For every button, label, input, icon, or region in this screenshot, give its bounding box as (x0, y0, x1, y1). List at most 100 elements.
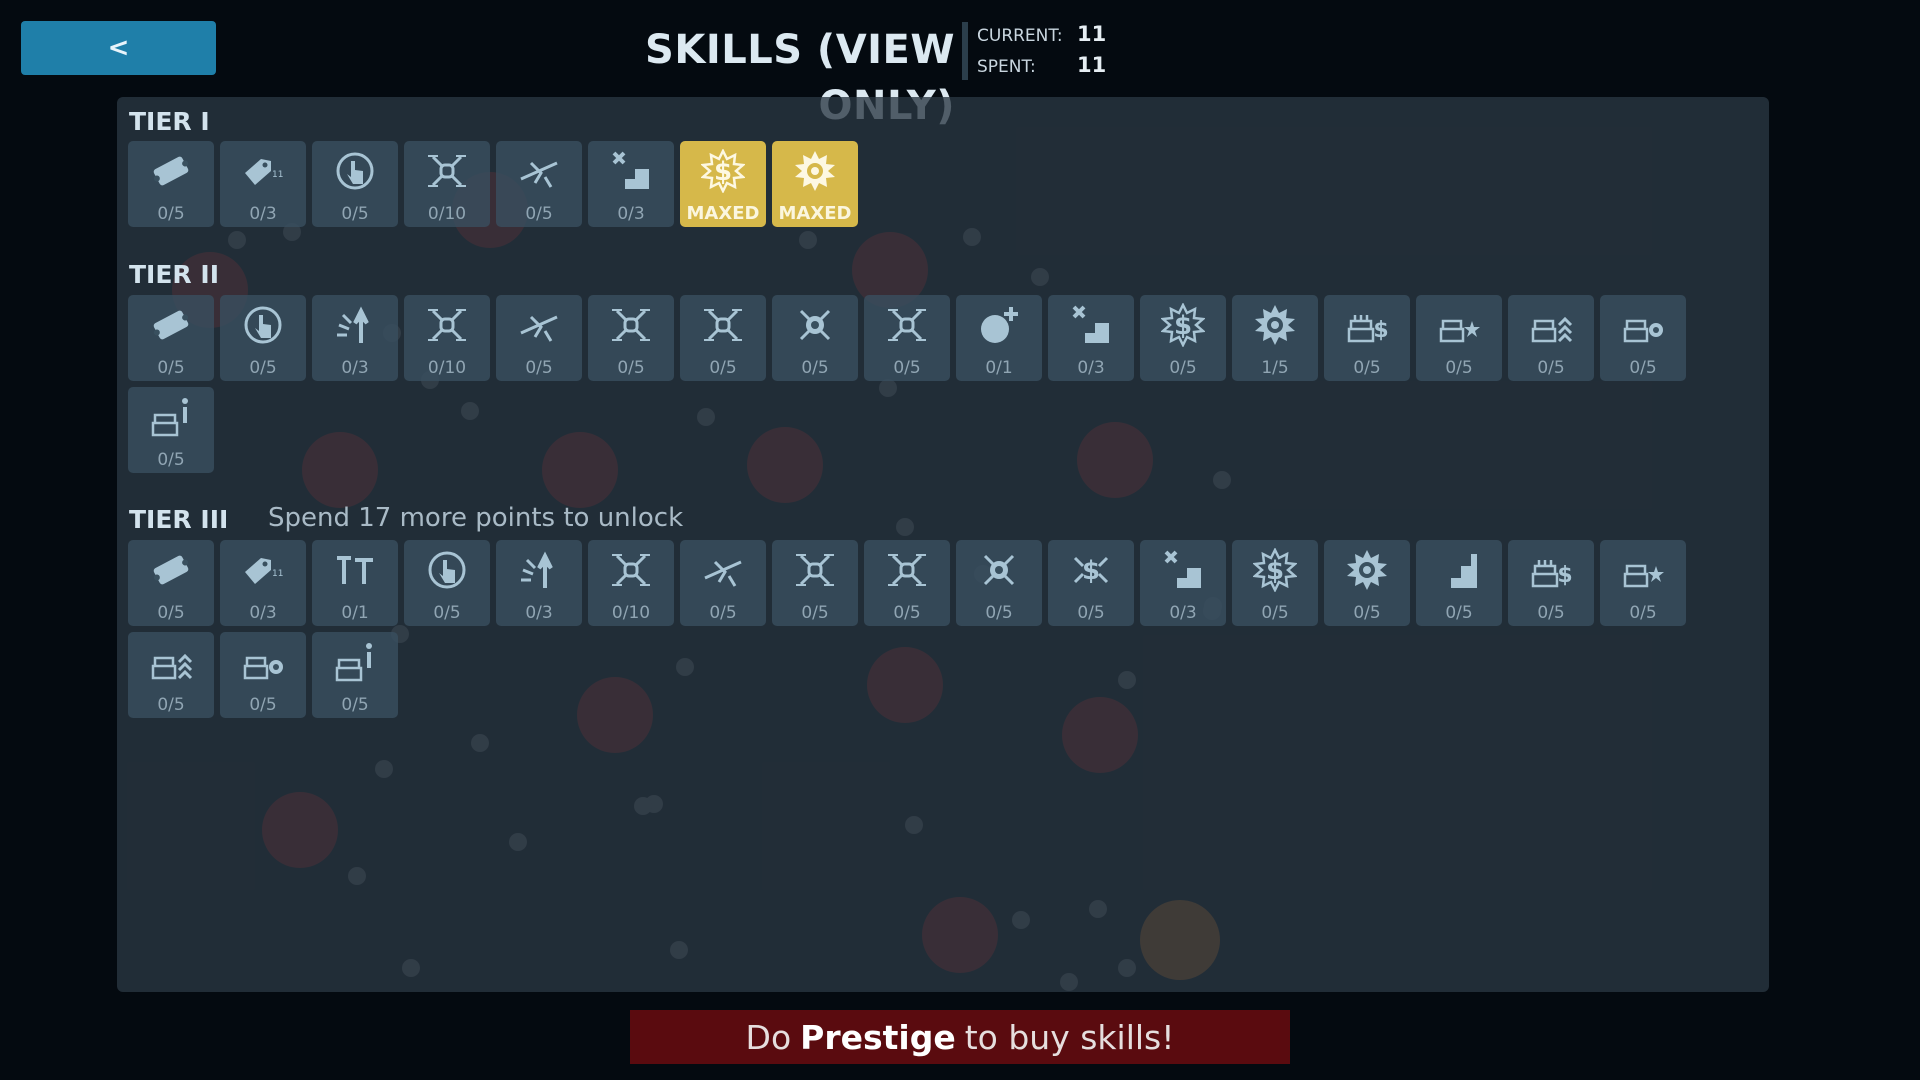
skill-tile[interactable]: 0/5 (1324, 540, 1410, 626)
skill-count: 0/3 (249, 204, 277, 224)
skill-tile[interactable]: 0/5 (680, 540, 766, 626)
plane-icon (520, 161, 558, 188)
current-points-label: CURRENT: (977, 26, 1063, 46)
skill-count: 0/5 (801, 603, 829, 623)
skill-count: 0/5 (893, 603, 921, 623)
skill-tile[interactable]: 0/5 (772, 540, 858, 626)
drone-icon (612, 309, 650, 341)
stairs-icon (1441, 554, 1477, 588)
skill-count: MAXED (778, 203, 852, 224)
skill-tile[interactable]: $0/5 (1232, 540, 1318, 626)
skills-panel: TIER I TIER II TIER III Spend 17 more po… (117, 97, 1769, 992)
svg-text:$: $ (714, 157, 732, 187)
skill-count: 0/5 (617, 358, 645, 378)
skill-tile[interactable]: 0/3 (312, 295, 398, 381)
svg-text:$: $ (1266, 556, 1284, 586)
skill-count: 0/5 (341, 695, 369, 715)
skill-tile[interactable]: 0/5 (128, 295, 214, 381)
skill-tile[interactable]: 0/5 (496, 141, 582, 227)
skill-tile[interactable]: 0/5 (220, 295, 306, 381)
skill-tile[interactable]: $0/5 (1048, 540, 1134, 626)
skill-tile[interactable]: 0/5 (680, 295, 766, 381)
skill-count: 0/5 (157, 358, 185, 378)
skill-count: 0/5 (433, 603, 461, 623)
svg-text:11: 11 (272, 170, 283, 180)
skill-tile[interactable]: 0/5 (128, 141, 214, 227)
tier-3-title: TIER III (129, 505, 229, 534)
skill-tile[interactable]: 0/3 (1048, 295, 1134, 381)
skill-count: 1/5 (1261, 358, 1289, 378)
gear-burst-icon (1347, 550, 1387, 590)
skill-tile[interactable]: 0/5 (1508, 295, 1594, 381)
skill-tile[interactable]: 0/3 (1140, 540, 1226, 626)
cake-burst-icon (1439, 319, 1480, 343)
skill-tile[interactable]: 0/5 (128, 387, 214, 473)
skill-tile[interactable]: MAXED (772, 141, 858, 227)
sparkle-arrow-icon (337, 306, 369, 343)
drone-icon (796, 554, 834, 586)
svg-text:11: 11 (272, 569, 283, 579)
skill-tile[interactable]: 0/5 (864, 295, 950, 381)
tier-1-title: TIER I (129, 107, 210, 136)
skill-count: 0/5 (525, 358, 553, 378)
skill-tile[interactable]: 0/1 (312, 540, 398, 626)
drone-icon (428, 155, 466, 187)
skill-tile[interactable]: 0/1 (956, 295, 1042, 381)
banner-suffix: to buy skills! (964, 1017, 1175, 1057)
skill-count: 0/5 (801, 358, 829, 378)
skill-tile[interactable]: 1/5 (1232, 295, 1318, 381)
skill-tile[interactable]: 0/5 (1416, 295, 1502, 381)
skill-tile[interactable]: 0/5 (128, 540, 214, 626)
cake-rank-icon (1531, 316, 1573, 343)
back-button[interactable]: < (21, 21, 216, 75)
skill-count: 0/5 (1537, 603, 1565, 623)
skill-tile[interactable]: 0/5 (956, 540, 1042, 626)
skill-count: 0/5 (525, 204, 553, 224)
skill-tile[interactable]: 0/3 (496, 540, 582, 626)
skill-count: 0/5 (157, 695, 185, 715)
skill-tile[interactable]: $0/5 (1140, 295, 1226, 381)
skill-tile[interactable]: 0/5 (1416, 540, 1502, 626)
cake-money-icon: $ (1347, 315, 1389, 343)
skill-tile[interactable]: 0/5 (588, 295, 674, 381)
skill-tile[interactable]: 0/5 (128, 632, 214, 718)
skill-tile[interactable]: 0/5 (404, 540, 490, 626)
skill-tile[interactable]: 11 0/3 (220, 141, 306, 227)
skill-tile[interactable]: $ MAXED (680, 141, 766, 227)
drone-icon (888, 554, 926, 586)
skill-tile[interactable]: 0/5 (312, 632, 398, 718)
skill-tile[interactable]: 0/10 (588, 540, 674, 626)
skill-tile[interactable]: 0/3 (588, 141, 674, 227)
current-points-value: 11 (1077, 22, 1107, 46)
skill-count: 0/5 (1629, 603, 1657, 623)
skill-tile[interactable]: $0/5 (1508, 540, 1594, 626)
skill-tile[interactable]: 0/5 (772, 295, 858, 381)
skill-tile[interactable]: 0/10 (404, 141, 490, 227)
skill-tile[interactable]: 0/10 (404, 295, 490, 381)
skill-tile[interactable]: 0/5 (864, 540, 950, 626)
skill-tile[interactable]: 0/5 (496, 295, 582, 381)
tag-icon: 11 (245, 558, 283, 584)
sparkle-arrow-icon (521, 551, 553, 588)
skill-count: 0/1 (985, 358, 1013, 378)
svg-text:$: $ (1082, 556, 1100, 586)
tier-3-lock-message: Spend 17 more points to unlock (268, 503, 684, 533)
skill-count: 0/5 (1077, 603, 1105, 623)
cake-gear-icon (243, 656, 283, 680)
skill-tile[interactable]: 0/5 (1600, 540, 1686, 626)
stairs-x-icon (1164, 550, 1201, 588)
skill-count: 0/5 (157, 603, 185, 623)
skill-tile[interactable]: $0/5 (1324, 295, 1410, 381)
skill-tile[interactable]: 0/5 (220, 632, 306, 718)
skill-count: 0/5 (709, 603, 737, 623)
skill-tile[interactable]: 0/5 (1600, 295, 1686, 381)
skill-count: 0/5 (709, 358, 737, 378)
skill-count: 0/3 (1169, 603, 1197, 623)
tier-2-title: TIER II (129, 260, 219, 289)
skill-tile[interactable]: 0/5 (312, 141, 398, 227)
skill-count: 0/3 (1077, 358, 1105, 378)
skill-tile[interactable]: 11 0/3 (220, 540, 306, 626)
skill-count: 0/3 (341, 358, 369, 378)
skill-count: 0/5 (1445, 603, 1473, 623)
skill-count: 0/5 (249, 358, 277, 378)
